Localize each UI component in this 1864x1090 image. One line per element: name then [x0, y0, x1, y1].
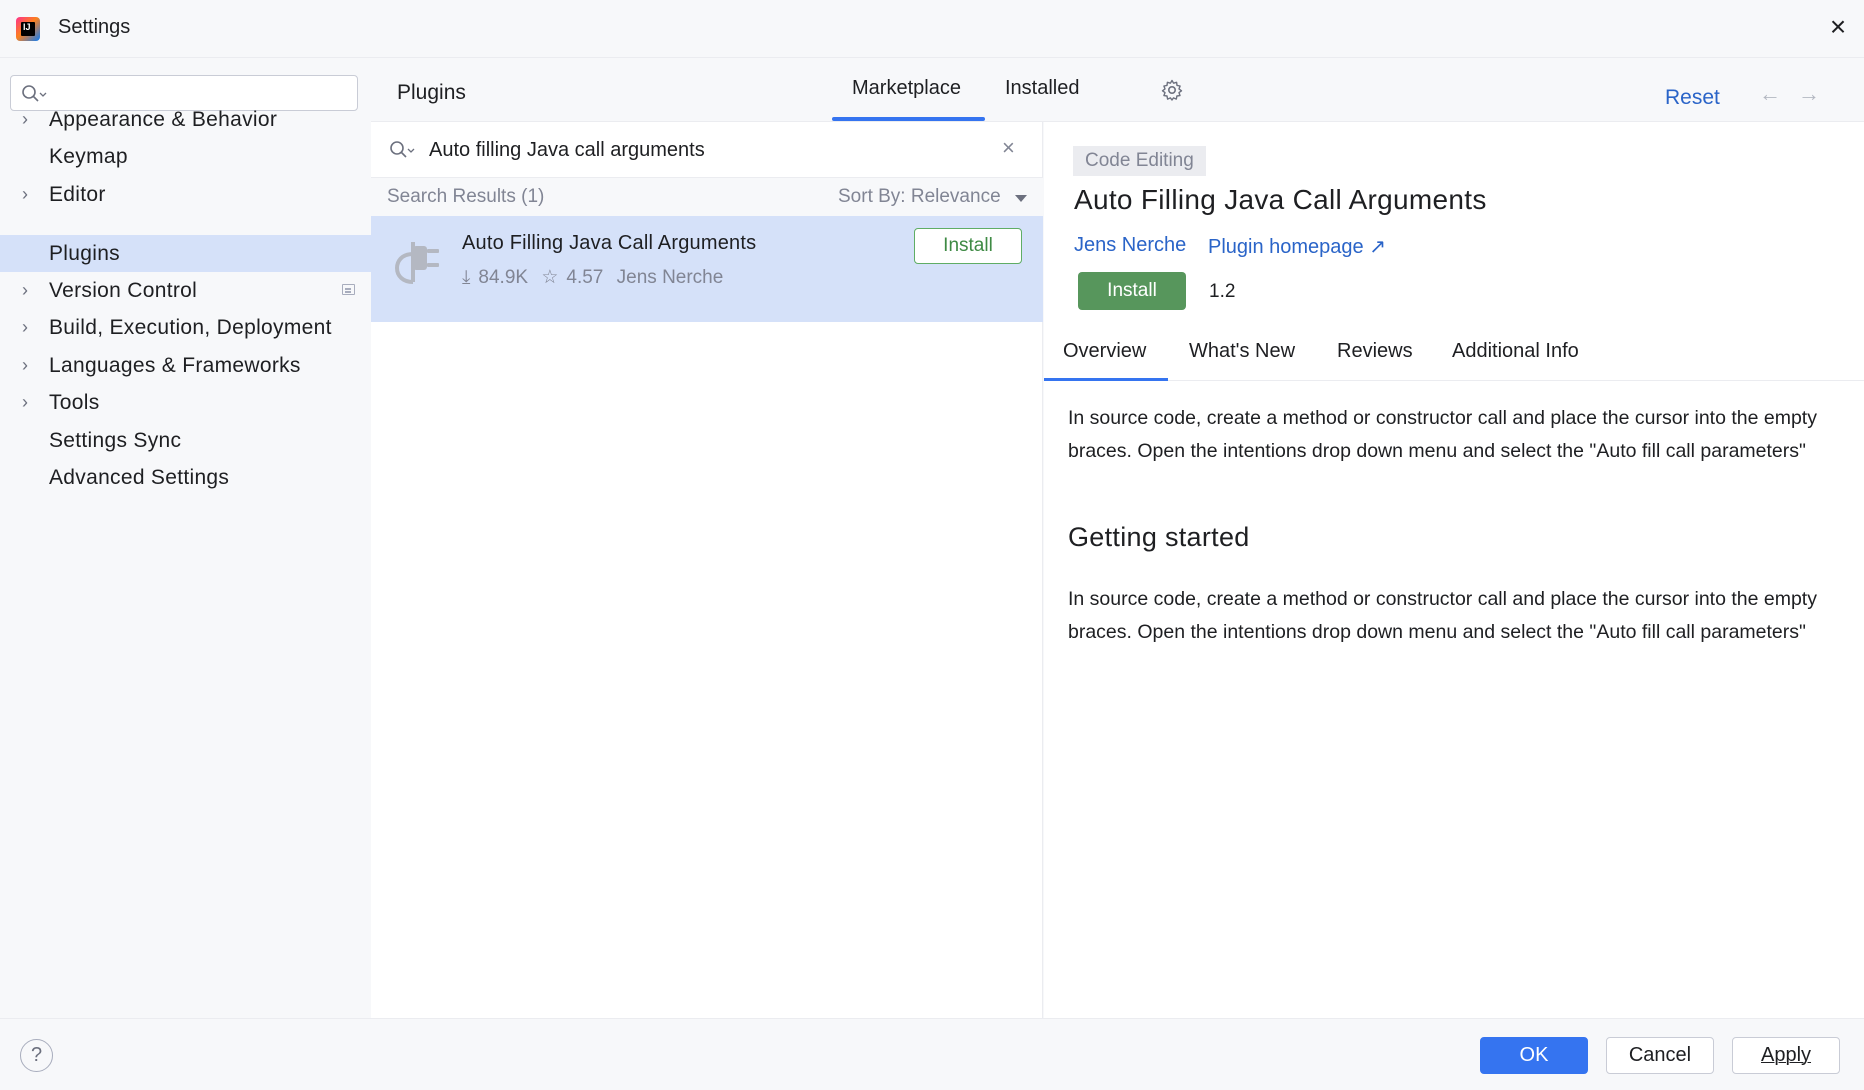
tab-marketplace[interactable]: Marketplace — [852, 77, 961, 100]
version-label: 1.2 — [1209, 281, 1236, 302]
overview-description: In source code, create a method or const… — [1068, 407, 1817, 462]
sidebar-item-editor[interactable]: › Editor — [0, 176, 371, 213]
window-title: Settings — [58, 16, 131, 38]
install-button[interactable]: Install — [914, 228, 1022, 264]
chevron-right-icon[interactable]: › — [22, 347, 36, 384]
close-icon[interactable]: × — [1822, 12, 1854, 44]
plugin-name: Auto Filling Java Call Arguments — [462, 232, 757, 254]
sidebar-item-plugins[interactable]: Plugins — [0, 235, 371, 272]
details-tabs: Overview What's New Reviews Additional I… — [1044, 326, 1864, 381]
search-icon — [390, 141, 415, 158]
active-tab-indicator — [832, 117, 985, 121]
clear-search-icon[interactable]: × — [1002, 135, 1015, 161]
apply-button[interactable]: Apply — [1732, 1037, 1840, 1074]
tab-overview[interactable]: Overview — [1063, 340, 1146, 363]
download-count: 84.9K — [478, 267, 529, 288]
page-title: Plugins — [397, 81, 466, 104]
reset-link[interactable]: Reset — [1665, 86, 1720, 110]
star-icon: ☆ — [541, 267, 559, 288]
settings-sidebar: › Appearance & Behavior Keymap › Editor … — [0, 59, 371, 1018]
sidebar-item-languages-frameworks[interactable]: › Languages & Frameworks — [0, 347, 371, 384]
sidebar-item-label: Languages & Frameworks — [49, 354, 301, 377]
chevron-down-icon[interactable] — [1015, 195, 1027, 202]
sort-dropdown[interactable]: Sort By: Relevance — [838, 186, 1001, 208]
sidebar-item-label: Advanced Settings — [49, 466, 230, 489]
forward-arrow-icon[interactable]: → — [1798, 81, 1820, 107]
plugin-list-panel: Auto filling Java call arguments × Searc… — [371, 122, 1043, 1018]
sidebar-item-label: Build, Execution, Deployment — [49, 316, 332, 339]
sidebar-item-tools[interactable]: › Tools — [0, 384, 371, 421]
apply-label: Apply — [1760, 1044, 1812, 1066]
download-icon: ⤓ — [462, 267, 471, 288]
chevron-right-icon[interactable]: › — [22, 272, 36, 309]
getting-started-description: In source code, create a method or const… — [1068, 588, 1817, 643]
plugin-homepage-link[interactable]: Plugin homepage ↗ — [1208, 234, 1386, 259]
sidebar-item-version-control[interactable]: › Version Control — [0, 272, 371, 309]
dialog-footer: ? OK Cancel Apply — [0, 1018, 1864, 1090]
category-badge[interactable]: Code Editing — [1073, 146, 1206, 176]
plugin-title: Auto Filling Java Call Arguments — [1074, 184, 1487, 215]
results-header: Search Results (1) Sort By: Relevance — [371, 178, 1043, 216]
plugin-meta: ⤓ 84.9K ☆ 4.57 Jens Nerche — [462, 266, 731, 289]
chevron-right-icon[interactable]: › — [22, 384, 36, 421]
cancel-button[interactable]: Cancel — [1606, 1037, 1714, 1074]
active-tab-indicator — [1044, 378, 1168, 381]
sidebar-item-keymap[interactable]: Keymap — [0, 138, 371, 175]
project-level-icon — [342, 284, 355, 295]
sidebar-item-appearance-behavior[interactable]: › Appearance & Behavior — [0, 101, 371, 138]
tab-additional-info[interactable]: Additional Info — [1452, 340, 1579, 363]
plugins-header: Plugins Marketplace Installed Reset ← → — [371, 59, 1864, 122]
help-icon[interactable]: ? — [20, 1039, 53, 1072]
vendor-name: Jens Nerche — [616, 267, 724, 288]
tab-installed[interactable]: Installed — [1005, 77, 1080, 100]
vendor-link[interactable]: Jens Nerche — [1074, 234, 1186, 257]
back-arrow-icon[interactable]: ← — [1759, 81, 1781, 107]
sidebar-item-label: Settings Sync — [49, 429, 182, 452]
sidebar-item-label: Appearance & Behavior — [49, 108, 278, 131]
getting-started-heading: Getting started — [1068, 522, 1250, 552]
logo-text: IJ — [23, 22, 31, 32]
sidebar-item-label: Plugins — [49, 242, 120, 265]
rating-value: 4.57 — [566, 267, 604, 288]
chevron-right-icon[interactable]: › — [22, 176, 36, 213]
chevron-right-icon[interactable]: › — [22, 309, 36, 346]
list-item[interactable]: Auto Filling Java Call Arguments ⤓ 84.9K … — [371, 216, 1043, 322]
tab-reviews[interactable]: Reviews — [1337, 340, 1413, 363]
install-button[interactable]: Install — [1078, 272, 1186, 310]
plugin-search-input[interactable]: Auto filling Java call arguments × — [371, 122, 1043, 178]
tab-whats-new[interactable]: What's New — [1189, 340, 1295, 363]
chevron-right-icon[interactable]: › — [22, 101, 36, 138]
sidebar-item-label: Editor — [49, 183, 106, 206]
settings-dialog: IJ Settings × › Appearance & Behavior Ke… — [0, 0, 1864, 1090]
plugin-icon — [394, 242, 439, 284]
gear-icon[interactable] — [1161, 79, 1183, 101]
ok-button[interactable]: OK — [1480, 1037, 1588, 1074]
title-bar: IJ Settings × — [0, 0, 1864, 58]
search-query-text[interactable]: Auto filling Java call arguments — [429, 139, 705, 162]
sidebar-item-build-execution-deployment[interactable]: › Build, Execution, Deployment — [0, 309, 371, 346]
sidebar-item-advanced-settings[interactable]: Advanced Settings — [0, 459, 371, 496]
intellij-logo-icon: IJ — [16, 17, 40, 41]
plugin-details-panel: Code Editing Auto Filling Java Call Argu… — [1044, 122, 1864, 1018]
sidebar-item-settings-sync[interactable]: Settings Sync — [0, 422, 371, 459]
sidebar-item-label: Version Control — [49, 279, 198, 302]
sidebar-item-label: Keymap — [49, 145, 128, 168]
results-count: Search Results (1) — [387, 186, 545, 207]
sidebar-item-label: Tools — [49, 391, 100, 414]
